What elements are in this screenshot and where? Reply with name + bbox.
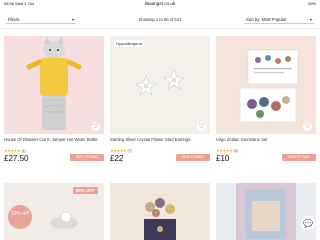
chat-icon[interactable]: 💬 [300, 215, 316, 231]
product-image[interactable]: ♡ [4, 36, 104, 134]
product-price: £10 [216, 154, 230, 163]
heart-outline-icon[interactable]: ♡ [303, 122, 312, 131]
add-to-bag-button[interactable]: ADD TO BAG [282, 154, 316, 161]
battery-indicator: 49% [307, 1, 316, 6]
dried-flowers-image [110, 183, 210, 240]
star-icons: ★★★★★ [4, 148, 21, 153]
rating-stars: ★★★★★(7) [110, 148, 132, 153]
status-bar: 08:56 Wed 1 Oct lisaangel.co.uk 49% [0, 0, 320, 8]
product-card[interactable] [216, 183, 316, 240]
heart-outline-icon[interactable]: ♡ [91, 122, 100, 131]
chevron-down-icon: ▾ [309, 17, 312, 22]
product-card[interactable]: Hypoallergenic ♡ Sterling Silver Crystal… [110, 36, 210, 166]
rating-stars: ★★★★★(1) [4, 148, 26, 153]
add-to-bag-button[interactable]: ADD TO BAG [176, 154, 210, 161]
cat-hot-water-bottle-image [4, 36, 104, 134]
product-card[interactable]: ♡ House Of Disaster Cat In Jumper Hot Wa… [4, 36, 104, 166]
add-to-bag-button[interactable]: ADD TO BAG [70, 154, 104, 161]
promo-badge: 10% off! [8, 205, 32, 229]
star-icons: ★★★★★ [110, 148, 127, 153]
product-name[interactable]: Virgo Zodiac Gemstone Set [216, 137, 316, 142]
review-count: (7) [127, 148, 132, 153]
product-price: £27.50 [4, 154, 29, 163]
listing-toolbar: Filters ▾ Showing 1 to 60 of 521 Sort by… [0, 9, 320, 29]
star-icons: ★★★★★ [216, 148, 233, 153]
address-bar[interactable]: lisaangel.co.uk [0, 0, 320, 8]
sale-badge: 50% OFF [72, 187, 98, 194]
product-image[interactable]: Hypoallergenic ♡ [110, 36, 210, 134]
sort-label: Sort by: Most Popular [246, 17, 287, 22]
rating-stars: ★★★★★(3) [216, 148, 238, 153]
sort-dropdown[interactable]: Sort by: Most Popular ▾ [244, 15, 314, 24]
product-name[interactable]: Sterling Silver Crystal Flower Stud Earr… [110, 137, 210, 142]
product-card[interactable]: 50% OFF 10% off! [4, 183, 104, 240]
gemstone-set-image [216, 36, 316, 134]
crystal-earrings-image [110, 36, 210, 134]
product-card[interactable]: ♡ Virgo Zodiac Gemstone Set ★★★★★(3) £10… [216, 36, 316, 166]
scarf-model-image [216, 183, 316, 240]
product-name[interactable]: House Of Disaster Cat In Jumper Hot Wate… [4, 137, 104, 142]
review-count: (1) [21, 148, 26, 153]
product-image[interactable]: ♡ [216, 36, 316, 134]
hypoallergenic-tag: Hypoallergenic [114, 40, 145, 47]
product-price: £22 [110, 154, 124, 163]
review-count: (3) [233, 148, 238, 153]
heart-outline-icon[interactable]: ♡ [197, 122, 206, 131]
product-card[interactable] [110, 183, 210, 240]
